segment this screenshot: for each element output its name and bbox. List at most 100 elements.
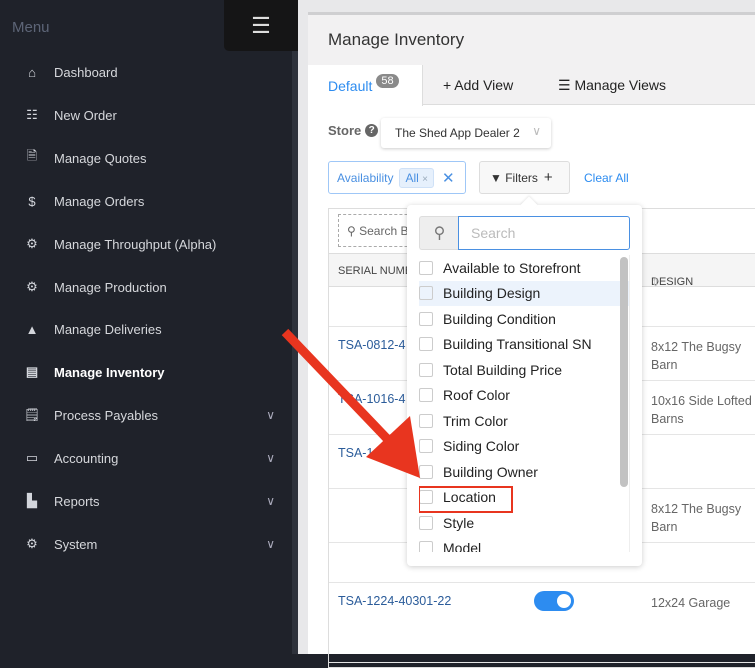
count-badge: 58 [376, 73, 399, 88]
checkbox[interactable] [419, 311, 433, 326]
checkbox[interactable] [419, 286, 433, 301]
serial-link[interactable]: TSA-1016-4 [338, 392, 405, 406]
hamburger-icon: ☰ [251, 12, 271, 38]
filter-option[interactable]: Building Transitional SN [419, 332, 629, 358]
label: Reports [54, 493, 100, 509]
scrollbar[interactable] [620, 257, 628, 487]
placeholder: Search B [359, 224, 409, 238]
checkbox[interactable] [419, 260, 433, 275]
availability-toggle[interactable] [534, 591, 574, 611]
clear-all-link[interactable]: Clear All [584, 171, 629, 185]
tag-value: All [405, 170, 419, 185]
label: Manage Throughput (Alpha) [54, 236, 217, 252]
checkbox[interactable] [419, 515, 433, 530]
sidebar-item-accounting[interactable]: ▭ Accounting ∨ [20, 448, 275, 468]
chevron-down-icon: ∨ [532, 124, 541, 138]
sidebar-item-reports[interactable]: ▙ Reports ∨ [20, 491, 275, 511]
design-cell: 8x12 The Bugsy Barn [651, 340, 742, 372]
checkbox[interactable] [419, 541, 433, 552]
file-icon: 🗎 [26, 148, 38, 163]
tab-add-view[interactable]: + Add View [443, 65, 513, 105]
checkbox[interactable] [419, 413, 433, 428]
filter-option[interactable]: Siding Color [419, 434, 629, 460]
checkbox[interactable] [419, 388, 433, 403]
label: Accounting [54, 450, 119, 466]
label: Dashboard [54, 64, 118, 80]
close-icon[interactable]: ✕ [442, 169, 455, 187]
list-icon: ☷ [26, 107, 38, 122]
filter-option[interactable]: Building Design [419, 280, 629, 306]
label: Manage Production [54, 279, 167, 295]
label: Availability [337, 170, 394, 185]
page-title: Manage Inventory [328, 30, 465, 49]
option-label: Available to Storefront [443, 259, 581, 276]
filter-option[interactable]: Style [419, 510, 629, 536]
menu-toggle-button[interactable]: ☰ [224, 0, 298, 51]
filter-option[interactable]: Model [419, 536, 629, 552]
option-label: Building Owner [443, 463, 538, 480]
remove-icon[interactable]: × [422, 174, 428, 185]
label: Manage Orders [54, 193, 145, 209]
road-icon: ▲ [25, 321, 39, 337]
chart-icon: ▙ [27, 493, 37, 508]
option-label: Location [443, 489, 496, 506]
label: Process Payables [54, 407, 159, 423]
gear-icon: ⚙ [26, 279, 38, 294]
label: Manage Inventory [54, 364, 165, 380]
filters-dropdown: ⚲ Available to Storefront Building Design… [407, 205, 642, 566]
label: Manage Quotes [54, 150, 147, 166]
sidebar-item-manage-throughput[interactable]: ⚙ Manage Throughput (Alpha) [20, 234, 275, 254]
checkbox[interactable] [419, 362, 433, 377]
help-icon[interactable]: ? [365, 124, 379, 137]
tab-default[interactable]: Default 58 [308, 65, 423, 106]
warehouse-icon: ▤ [25, 364, 39, 379]
filter-option[interactable]: Building Owner [419, 459, 629, 485]
checkbox[interactable] [419, 464, 433, 479]
availability-filter[interactable]: Availability All × ✕ [328, 161, 466, 194]
label: System [54, 536, 98, 552]
tab-label: Manage Views [574, 77, 667, 93]
sidebar-item-manage-deliveries[interactable]: ▲ Manage Deliveries [20, 319, 275, 339]
serial-link[interactable]: TSA-1224-40301-22 [338, 594, 451, 608]
tab-manage-views[interactable]: ☰ Manage Views [558, 65, 666, 105]
sidebar-item-manage-production[interactable]: ⚙ Manage Production [20, 277, 275, 297]
serial-link[interactable]: TSA-1 [338, 446, 373, 460]
gears-icon: ⚙ [26, 536, 38, 551]
filter-option[interactable]: Trim Color [419, 408, 629, 434]
filter-option[interactable]: Available to Storefront [419, 255, 629, 281]
checkbox[interactable] [419, 490, 433, 505]
store-select[interactable]: The Shed App Dealer 2 ∨ [381, 118, 551, 148]
filters-button[interactable]: ▼ Filters + [479, 161, 570, 194]
filter-option[interactable]: Total Building Price [419, 357, 629, 383]
sidebar-item-manage-quotes[interactable]: 🗎 Manage Quotes [20, 148, 275, 168]
sidebar-item-system[interactable]: ⚙ System ∨ [20, 534, 275, 554]
sidebar-item-dashboard[interactable]: ⌂ Dashboard [20, 62, 275, 82]
sidebar-item-new-order[interactable]: ☷ New Order [20, 105, 275, 125]
design-cell: 8x12 The Bugsy Barn [651, 502, 742, 534]
option-label: Total Building Price [443, 361, 563, 378]
serial-link[interactable]: TSA-0812-4 [338, 338, 405, 352]
sidebar-item-process-payables[interactable]: 🗒 Process Payables ∨ [20, 405, 275, 425]
search-icon: ⚲ [347, 224, 360, 238]
option-label: Building Transitional SN [443, 336, 592, 353]
option-label: Building Condition [443, 310, 556, 327]
option-label: Roof Color [443, 387, 510, 404]
col-serial[interactable]: SERIAL NUMB [338, 265, 412, 277]
tab-label: Default [328, 77, 373, 94]
filter-options-list: Available to Storefront Building Design Bu… [419, 255, 630, 552]
option-label: Trim Color [443, 412, 508, 429]
design-cell: 10x16 Side Lofted Barns [651, 394, 752, 426]
filter-search-input[interactable] [458, 216, 630, 250]
filter-tag[interactable]: All × [399, 167, 435, 188]
tabs: Default 58 + Add View ☰ Manage Views [308, 65, 755, 106]
sidebar-item-manage-inventory[interactable]: ▤ Manage Inventory [20, 362, 275, 382]
receipt-icon: 🗒 [23, 407, 41, 422]
sidebar-item-manage-orders[interactable]: $ Manage Orders [20, 191, 275, 211]
filter-option[interactable]: Roof Color [419, 383, 629, 409]
design-cell: 12x24 Garage [651, 596, 731, 610]
filter-option[interactable]: Building Condition [419, 306, 629, 332]
checkbox[interactable] [419, 337, 433, 352]
filter-option[interactable]: Location [419, 485, 629, 512]
checkbox[interactable] [419, 439, 433, 454]
credit-card-icon: ▭ [25, 450, 39, 465]
